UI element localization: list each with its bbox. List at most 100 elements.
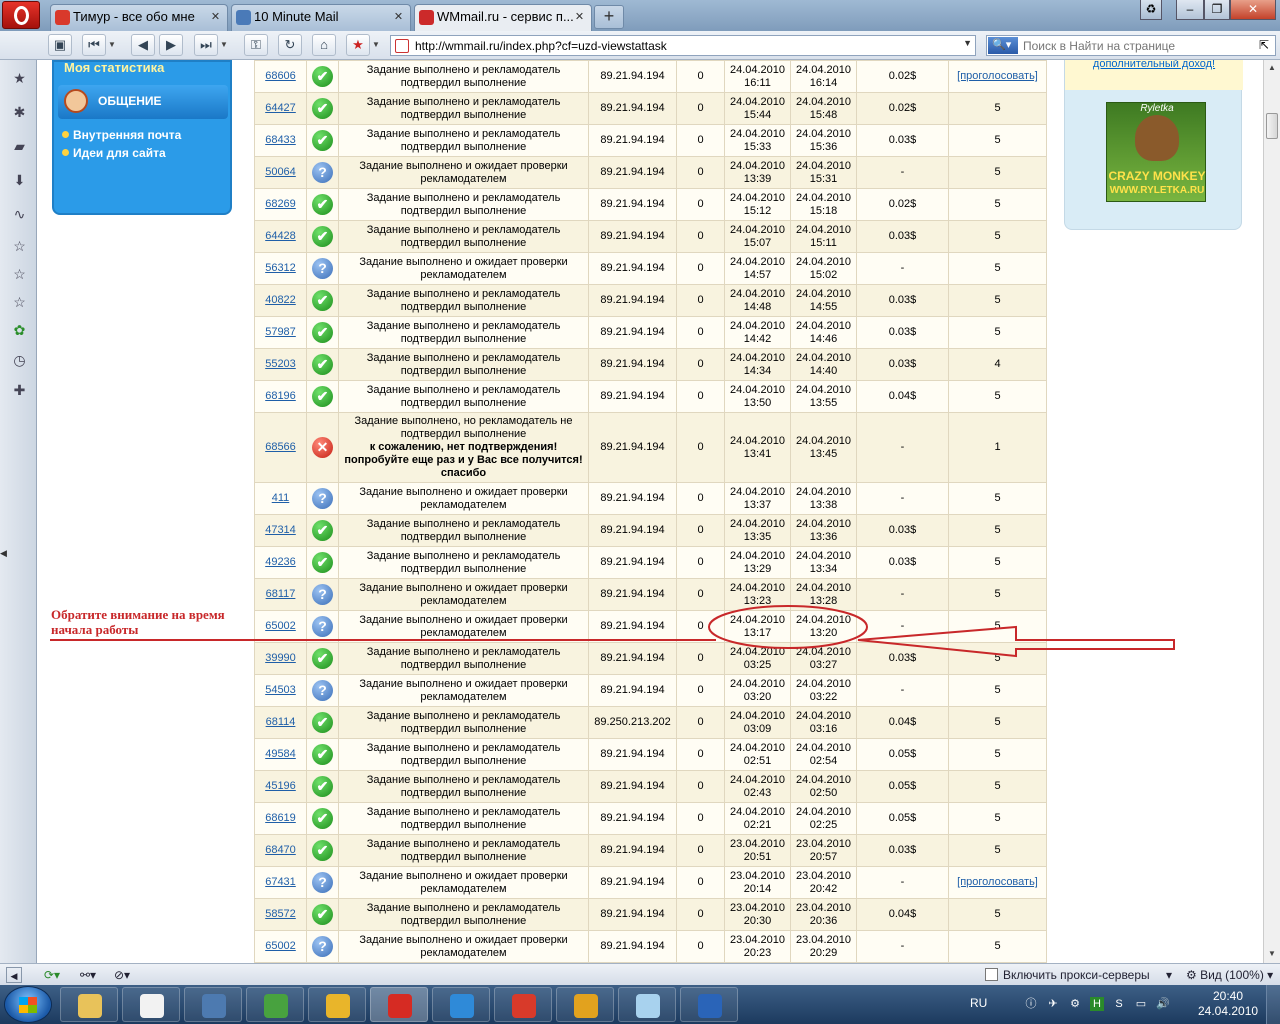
task-id-link[interactable]: 64427 <box>265 102 296 114</box>
unite-icon[interactable]: ⚯▾ <box>80 967 96 983</box>
new-tab-button[interactable]: + <box>594 5 624 29</box>
tab-timur[interactable]: Тимур - все обо мне ✕ <box>50 4 228 31</box>
crazy-monkey-banner[interactable]: Ryletka CRAZY MONKEY WWW.RYLETKA.RU <box>1106 102 1206 202</box>
skype-tray-icon[interactable]: S <box>1112 997 1126 1011</box>
sidebar-item-internal-mail[interactable]: Внутренняя почта <box>62 128 181 142</box>
fast-forward-dropdown-icon[interactable]: ▼ <box>218 34 230 56</box>
task-id-link[interactable]: 45196 <box>265 780 296 792</box>
vote-link[interactable]: [проголосовать] <box>957 70 1038 82</box>
downloads-panel-icon[interactable]: ⬇ <box>11 172 28 189</box>
forward-icon[interactable]: ▶ <box>159 34 183 56</box>
turbo-icon[interactable]: ⊘▾ <box>114 967 130 983</box>
sidebar-item-site-ideas[interactable]: Идеи для сайта <box>62 146 166 160</box>
vertical-scrollbar[interactable]: ▲ ▼ <box>1263 60 1280 963</box>
tab-close-icon[interactable]: ✕ <box>209 11 222 24</box>
start-button[interactable] <box>4 986 52 1023</box>
links-panel-icon[interactable]: ∿ <box>11 206 28 223</box>
icq-panel-icon[interactable]: ✿ <box>11 322 28 339</box>
scroll-down-icon[interactable]: ▼ <box>1264 946 1280 962</box>
task-id-link[interactable]: 68196 <box>265 390 296 402</box>
display-tray-icon[interactable]: ▭ <box>1134 997 1148 1011</box>
search-bar[interactable]: 🔍▾ ⇱ <box>986 35 1276 56</box>
task-id-link[interactable]: 47314 <box>265 524 296 536</box>
task-id-link[interactable]: 68566 <box>265 441 296 453</box>
task-id-link[interactable]: 49236 <box>265 556 296 568</box>
scroll-up-icon[interactable]: ▲ <box>1264 60 1280 76</box>
task-id-link[interactable]: 58572 <box>265 908 296 920</box>
add-panel-icon[interactable]: ✚ <box>11 382 28 399</box>
address-input[interactable] <box>415 37 955 54</box>
task-id-link[interactable]: 65002 <box>265 940 296 952</box>
favorite-panel-icon[interactable]: ☆ <box>11 238 28 255</box>
home-icon[interactable]: ⌂ <box>312 34 336 56</box>
bookmark-icon[interactable]: ★ <box>346 34 370 56</box>
minimize-button[interactable]: – <box>1176 0 1204 20</box>
vote-link[interactable]: [проголосовать] <box>957 876 1038 888</box>
task-id-link[interactable]: 65002 <box>265 620 296 632</box>
task-id-link[interactable]: 68433 <box>265 134 296 146</box>
task-id-link[interactable]: 68606 <box>265 70 296 82</box>
history-panel-icon[interactable]: ◷ <box>11 352 28 369</box>
panel-collapse-icon[interactable]: ◀ <box>0 548 7 559</box>
task-id-link[interactable]: 64428 <box>265 230 296 242</box>
task-id-link[interactable]: 50064 <box>265 166 296 178</box>
task-id-link[interactable]: 68470 <box>265 844 296 856</box>
taskbar-app-orange-button[interactable] <box>556 987 614 1022</box>
income-link[interactable]: дополнительный доход! <box>1065 60 1243 70</box>
task-id-link[interactable]: 56312 <box>265 262 296 274</box>
reload-icon[interactable]: ↻ <box>278 34 302 56</box>
task-id-link[interactable]: 49584 <box>265 748 296 760</box>
zoom-control[interactable]: ⚙ Вид (100%) ▾ <box>1186 967 1273 983</box>
tab-10-minute-mail[interactable]: 10 Minute Mail ✕ <box>231 4 411 31</box>
scroll-thumb[interactable] <box>1266 113 1278 139</box>
address-dropdown-icon[interactable]: ▼ <box>963 38 972 48</box>
language-indicator[interactable]: RU <box>970 996 987 1010</box>
proxy-dropdown-icon[interactable]: ▾ <box>1166 967 1172 983</box>
task-id-link[interactable]: 68269 <box>265 198 296 210</box>
taskbar-notepad-button[interactable] <box>122 987 180 1022</box>
sync-icon[interactable]: ⟳▾ <box>44 967 60 983</box>
taskbar-help-button[interactable] <box>680 987 738 1022</box>
proxy-checkbox[interactable] <box>985 968 998 981</box>
taskbar-app-glass-button[interactable] <box>618 987 676 1022</box>
taskbar-ie-button[interactable] <box>432 987 490 1022</box>
back-icon[interactable]: ◀ <box>131 34 155 56</box>
tab-close-icon[interactable]: ✕ <box>392 11 405 24</box>
rewind-icon[interactable]: ⏮ <box>82 34 106 56</box>
bookmarks-panel-icon[interactable]: ★ <box>11 70 28 87</box>
task-id-link[interactable]: 67431 <box>265 876 296 888</box>
fast-forward-icon[interactable]: ⏭ <box>194 34 218 56</box>
task-id-link[interactable]: 40822 <box>265 294 296 306</box>
favorite-panel-icon[interactable]: ☆ <box>11 294 28 311</box>
volume-tray-icon[interactable]: 🔊 <box>1156 997 1170 1011</box>
steam-tray-icon[interactable]: ⚙ <box>1068 997 1082 1011</box>
key-icon[interactable]: ⚿ <box>244 34 268 56</box>
task-id-link[interactable]: 39990 <box>265 652 296 664</box>
rewind-dropdown-icon[interactable]: ▼ <box>106 34 118 56</box>
save-icon[interactable]: ▣ <box>48 34 72 56</box>
search-input[interactable] <box>1023 37 1251 54</box>
task-id-link[interactable]: 68114 <box>266 716 296 728</box>
sidebar-my-stats-link[interactable]: Моя статистика <box>64 60 164 75</box>
restore-button[interactable]: ❐ <box>1204 0 1230 20</box>
task-id-link[interactable]: 54503 <box>265 684 296 696</box>
task-id-link[interactable]: 68619 <box>265 812 296 824</box>
taskbar-explorer-button[interactable] <box>60 987 118 1022</box>
taskbar-app-yu-button[interactable] <box>184 987 242 1022</box>
search-engine-icon[interactable]: 🔍▾ <box>988 37 1018 54</box>
notes-panel-icon[interactable]: ▰ <box>11 138 28 155</box>
taskbar-app-red-button[interactable] <box>494 987 552 1022</box>
widgets-panel-icon[interactable]: ✱ <box>11 104 28 121</box>
bookmark-dropdown-icon[interactable]: ▼ <box>370 34 382 56</box>
taskbar-app-green-button[interactable] <box>246 987 304 1022</box>
taskbar-chrome-button[interactable] <box>308 987 366 1022</box>
address-bar[interactable]: ▼ <box>390 35 976 56</box>
h-tray-icon[interactable]: H <box>1090 997 1104 1011</box>
airplane-tray-icon[interactable]: ✈ <box>1046 997 1060 1011</box>
info-tray-icon[interactable]: ⓘ <box>1024 997 1038 1011</box>
close-window-button[interactable]: ✕ <box>1230 0 1276 20</box>
tab-wmmail[interactable]: WMmail.ru - сервис п... ✕ <box>414 4 592 32</box>
task-id-link[interactable]: 57987 <box>265 326 296 338</box>
clock[interactable]: 20:40 24.04.2010 <box>1198 989 1258 1019</box>
task-id-link[interactable]: 411 <box>272 492 290 504</box>
